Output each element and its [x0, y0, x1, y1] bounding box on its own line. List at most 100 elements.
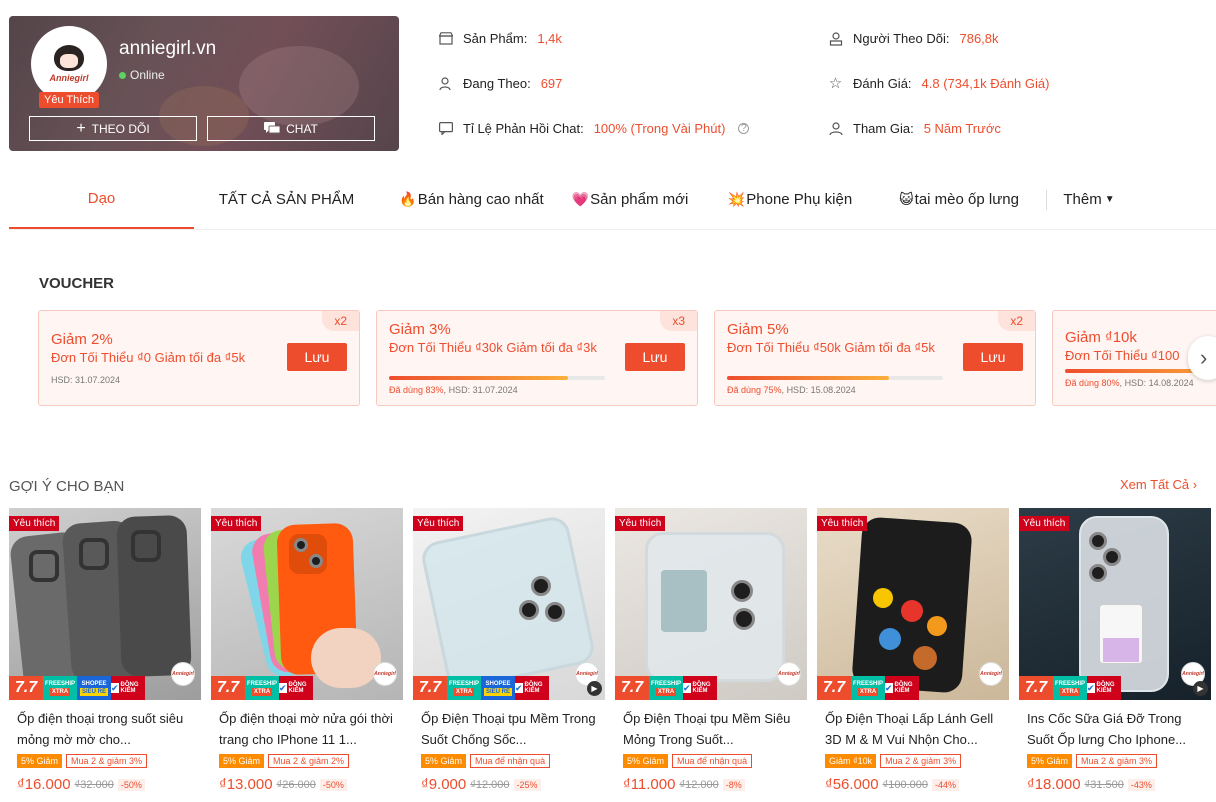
product-tags: 5% Giảm Mua để nhận quà: [623, 754, 753, 768]
freeship-badge: FREESHIP XTRA: [649, 676, 683, 700]
product-price: ₫56.000: [825, 776, 879, 793]
product-card[interactable]: Yêu thích 7.7 FREESHIP XTRA SHOPEE SIÊU RẺ…: [413, 508, 605, 802]
shop-logo-icon: Anniegirl: [979, 662, 1003, 686]
freeship-badge: FREESHIP XTRA: [245, 676, 279, 700]
product-old-price: ₫100.000: [882, 778, 928, 791]
user-plus-icon: [438, 76, 453, 91]
xtra-label: XTRA: [1059, 688, 1081, 696]
sale-77-badge: 7.7: [9, 676, 43, 700]
voucher-usage-text: Đã dùng 75%, HSD: 15.08.2024: [727, 385, 856, 395]
inspection-label: ĐỒNG KIỂM: [524, 682, 543, 694]
voucher-save-button[interactable]: Lưu: [963, 343, 1023, 371]
product-price-row: ₫13.000 ₫26.000 -50%: [219, 776, 347, 793]
tab-new-products-label: Sản phẩm mới: [590, 191, 689, 208]
product-price-row: ₫9.000 ₫12.000 -25%: [421, 776, 541, 793]
shopee-label: SHOPEE: [485, 681, 511, 687]
voucher-quantity: x2: [322, 311, 359, 331]
product-card[interactable]: Yêu thích 7.7 FREESHIP XTRA ✔ ĐỒNG KIỂM An…: [615, 508, 807, 802]
tab-divider: [1046, 189, 1047, 210]
product-name[interactable]: Ốp điện thoại trong suốt siêu mỏng mờ mờ…: [17, 708, 195, 750]
voucher-description: Đơn Tối Thiểu ₫30k Giảm tối đa ₫3k: [389, 340, 597, 355]
stat-following: Đang Theo: 697: [438, 61, 749, 106]
fire-icon: 🔥: [399, 191, 417, 207]
tab-phone-accessories[interactable]: 💥 Phone Phụ kiện: [696, 171, 884, 229]
see-all-link[interactable]: Xem Tất Cả ›: [1120, 477, 1197, 492]
tab-new-products[interactable]: 💗 Sản phẩm mới: [564, 171, 696, 229]
xtra-label: XTRA: [453, 688, 475, 696]
discount-percent: -43%: [1127, 778, 1155, 791]
product-card[interactable]: Yêu thích 7.7 FREESHIP XTRA ✔ ĐỒNG KIỂM An…: [211, 508, 403, 802]
voucher-usage-bar: [727, 376, 943, 380]
product-old-price: ₫12.000: [470, 778, 510, 791]
tab-all-products[interactable]: TẤT CẢ SẢN PHẨM: [194, 171, 379, 229]
product-name[interactable]: Ốp Điện Thoại Lấp Lánh Gell 3D M & M Vui…: [825, 708, 1003, 750]
voucher-used-label: Đã dùng 80%: [1065, 378, 1120, 388]
product-card[interactable]: Yêu thích 7.7 FREESHIP XTRA ✔ ĐỒNG KIỂM An…: [817, 508, 1009, 802]
product-price-row: ₫11.000 ₫12.000 -8%: [623, 776, 745, 793]
product-name[interactable]: Ốp Điện Thoại tpu Mềm Trong Suốt Chống S…: [421, 708, 599, 750]
sale-77-badge: 7.7: [413, 676, 447, 700]
product-price: ₫18.000: [1027, 776, 1081, 793]
stat-followers-value: 786,8k: [959, 30, 999, 46]
chat-button[interactable]: CHAT: [207, 116, 375, 141]
tab-more[interactable]: Thêm ▼: [1059, 171, 1119, 229]
product-price: ₫9.000: [421, 776, 467, 793]
video-play-icon[interactable]: ▶: [1193, 681, 1208, 696]
voucher-expiry: HSD: 15.08.2024: [786, 385, 856, 395]
stat-rating-label: Đánh Giá:: [853, 75, 912, 91]
chevron-right-icon: ›: [1192, 477, 1198, 492]
voucher-title: Giảm ₫10k: [1065, 329, 1137, 346]
product-image[interactable]: Yêu thích 7.7 FREESHIP XTRA ✔ ĐỒNG KIỂM An…: [615, 508, 807, 700]
voucher-list: x2 Giảm 2% Đơn Tối Thiểu ₫0 Giảm tối đa …: [38, 310, 1216, 410]
tab-cat-ear-cases[interactable]: 😺 tai mèo ốp lưng: [884, 171, 1034, 229]
followers-icon: [828, 31, 843, 46]
shop-stats-right: Người Theo Dõi: 786,8k ☆ Đánh Giá: 4.8 (…: [828, 16, 1050, 151]
product-name[interactable]: Ins Cốc Sữa Giá Đỡ Trong Suốt Ốp lưng Ch…: [1027, 708, 1205, 750]
video-play-icon[interactable]: ▶: [587, 681, 602, 696]
see-all-label: Xem Tất Cả: [1120, 477, 1190, 492]
product-card[interactable]: Yêu thích 7.7 FREESHIP XTRA SHOPEE SIÊU RẺ…: [9, 508, 201, 802]
stat-rating-value[interactable]: 4.8 (734,1k Đánh Giá): [922, 74, 1050, 94]
collision-icon: 💥: [727, 191, 746, 207]
help-icon[interactable]: ?: [738, 123, 750, 134]
tab-home[interactable]: Dạo: [9, 171, 194, 229]
product-image[interactable]: Yêu thích 7.7 FREESHIP XTRA ✔ ĐỒNG KIỂM An…: [817, 508, 1009, 700]
product-name[interactable]: Ốp điện thoại mờ nửa gói thời trang cho …: [219, 708, 397, 750]
checkmark-icon: ✔: [515, 683, 523, 693]
inspection-badge: ✔ ĐỒNG KIỂM: [111, 676, 145, 700]
star-icon: ☆: [828, 74, 843, 92]
shop-avatar[interactable]: Anniegirl: [31, 26, 107, 102]
xtra-label: XTRA: [49, 688, 71, 696]
avatar-brand-text: Anniegirl: [49, 73, 89, 83]
favorite-badge: Yêu thích: [817, 516, 868, 531]
discount-percent: -25%: [513, 778, 541, 791]
stat-following-value[interactable]: 697: [541, 74, 563, 94]
voucher-next-arrow-icon[interactable]: ›: [1188, 336, 1216, 380]
tab-phone-accessories-label: Phone Phụ kiện: [746, 191, 853, 208]
product-name[interactable]: Ốp Điện Thoại tpu Mềm Siêu Mỏng Trong Su…: [623, 708, 801, 750]
tab-best-selling[interactable]: 🔥 Bán hàng cao nhất: [379, 171, 564, 229]
voucher-save-button[interactable]: Lưu: [287, 343, 347, 371]
follow-button[interactable]: + THEO DÕI: [29, 116, 197, 141]
product-image[interactable]: Yêu thích 7.7 FREESHIP XTRA SHOPEE SIÊU RẺ…: [413, 508, 605, 700]
voucher-description: Đơn Tối Thiểu ₫0 Giảm tối đa ₫5k: [51, 350, 246, 365]
voucher-save-button[interactable]: Lưu: [625, 343, 685, 371]
stat-products: Sản Phẩm: 1,4k: [438, 16, 749, 61]
combo-tag: Mua 2 & giảm 2%: [268, 754, 350, 768]
product-old-price: ₫32.000: [74, 778, 114, 791]
inspection-badge: ✔ ĐỒNG KIỂM: [279, 676, 313, 700]
product-card[interactable]: Yêu thích 7.7 FREESHIP XTRA ✔ ĐỒNG KIỂM An…: [1019, 508, 1211, 802]
sale-77-badge: 7.7: [615, 676, 649, 700]
freeship-label: FREESHIP: [852, 681, 883, 687]
product-image[interactable]: Yêu thích 7.7 FREESHIP XTRA ✔ ĐỒNG KIỂM An…: [1019, 508, 1211, 700]
stat-followers: Người Theo Dõi: 786,8k: [828, 16, 1049, 61]
voucher-card: x2 Giảm 2% Đơn Tối Thiểu ₫0 Giảm tối đa …: [38, 310, 360, 406]
combo-tag: Mua để nhận quà: [672, 754, 753, 768]
product-image[interactable]: Yêu thích 7.7 FREESHIP XTRA ✔ ĐỒNG KIỂM An…: [211, 508, 403, 700]
chat-icon: [264, 122, 281, 134]
shop-name: anniegirl.vn: [119, 38, 217, 59]
discount-percent: -44%: [932, 778, 960, 791]
store-icon: [438, 31, 453, 46]
product-image[interactable]: Yêu thích 7.7 FREESHIP XTRA SHOPEE SIÊU RẺ…: [9, 508, 201, 700]
combo-tag: Mua 2 & giảm 3%: [1076, 754, 1158, 768]
